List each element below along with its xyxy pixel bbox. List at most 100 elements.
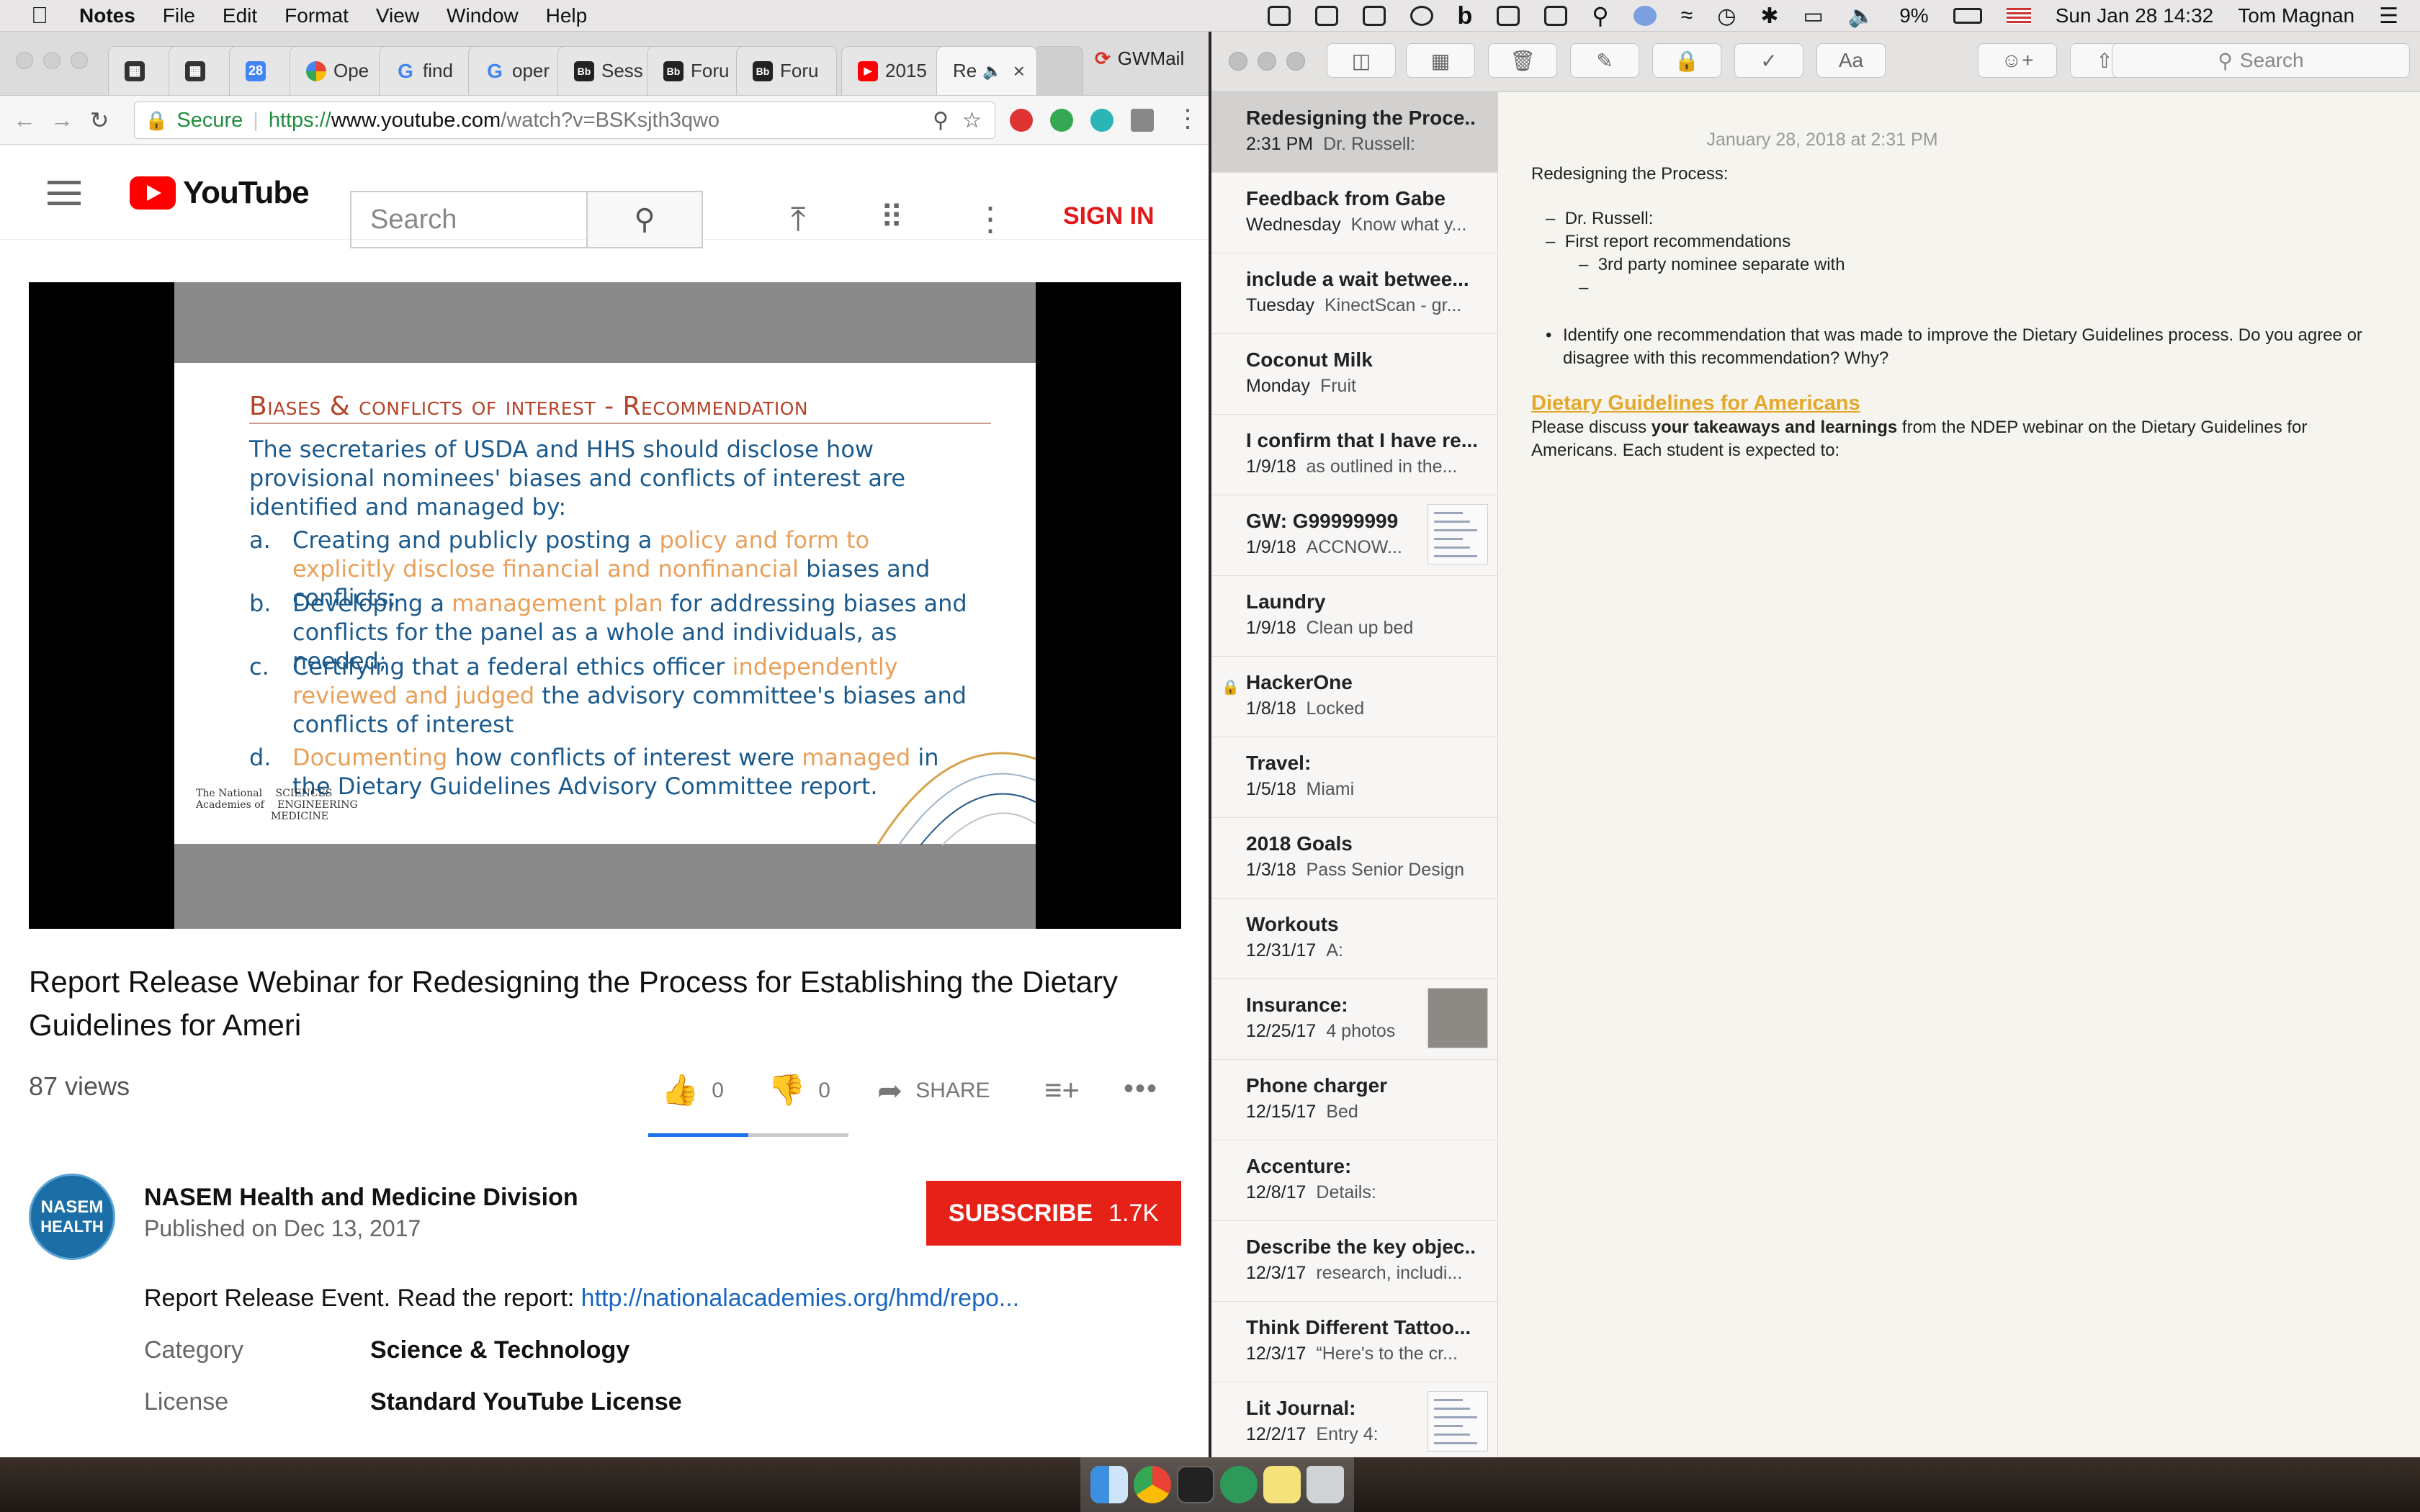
note-list-item[interactable]: I confirm that I have re... 1/9/18 as outl… [1211,415,1497,495]
creative-cloud-icon[interactable] [1410,6,1433,26]
browser-tab[interactable]: Bb Foru [647,46,748,95]
menu-format[interactable]: Format [284,4,349,27]
user-name[interactable]: Tom Magnan [2238,4,2354,27]
chrome-icon[interactable] [1134,1466,1171,1503]
like-button[interactable]: 👍 0 [661,1073,724,1108]
grammarly-extension-icon[interactable] [1050,109,1073,132]
volume-icon[interactable]: 🔈 [1848,4,1875,29]
trash-icon[interactable] [1307,1466,1344,1503]
input-source-flag-icon[interactable] [2006,8,2031,24]
apple-menu-icon[interactable]:  [0,2,79,29]
browser-tab[interactable]: Bb Foru [736,46,837,95]
sign-in-button[interactable]: SIGN IN [1063,202,1155,230]
back-button[interactable]: ← [6,107,43,133]
delete-note-button[interactable]: 🗑 [1488,43,1557,78]
note-list-item[interactable]: include a wait betwee... Tuesday KinectSca… [1211,253,1497,334]
browser-tab[interactable]: ▶ 2015 [841,46,949,95]
speaker-icon[interactable]: 🔈 [982,62,1002,81]
notification-center-icon[interactable]: ☰ [2379,4,2398,29]
lock-note-button[interactable]: 🔒 [1652,43,1721,78]
dislike-button[interactable]: 👎 0 [768,1073,830,1108]
more-actions-icon[interactable]: ••• [1124,1073,1158,1105]
wifi-icon[interactable]: ≈ [1681,4,1693,28]
airplay-icon[interactable]: ▭ [1803,4,1824,29]
browser-tab[interactable]: Ope [290,46,390,95]
finder-icon[interactable] [1090,1466,1128,1503]
spotlight-icon[interactable]: ⚲ [1592,2,1608,30]
channel-name[interactable]: NASEM Health and Medicine Division [144,1184,578,1212]
browser-tab[interactable]: G oper [468,46,569,95]
note-editor[interactable]: January 28, 2018 at 2:31 PM Redesigning … [1498,92,2420,1457]
youtube-logo[interactable]: YouTube [130,175,310,211]
window-minimize-button[interactable] [43,52,60,69]
time-machine-icon[interactable]: ◷ [1717,4,1736,29]
display-icon[interactable] [1314,6,1338,26]
browser-tab[interactable]: G find [379,46,480,95]
note-list-item[interactable]: GW: G99999999 1/9/18 ACCNOW... [1211,495,1497,576]
note-list-item[interactable]: Phone charger 12/15/17 Bed [1211,1060,1497,1140]
forward-button[interactable]: → [43,107,81,133]
mint-extension-icon[interactable] [1090,109,1113,132]
gwmail-bookmark[interactable]: ⟳ GWMail [1095,48,1184,70]
address-bar[interactable]: 🔒 Secure | https:// www.youtube.com /wat… [134,102,995,139]
menu-help[interactable]: Help [546,4,588,27]
note-list-item[interactable]: Coconut Milk Monday Fruit [1211,334,1497,415]
bing-icon[interactable]: b [1458,2,1473,30]
sidebar-toggle-button[interactable]: ◫ [1327,43,1396,78]
note-list-item[interactable]: 2018 Goals 1/3/18 Pass Senior Design [1211,818,1497,899]
spotify-icon[interactable] [1220,1466,1258,1503]
zoom-icon[interactable]: ⚲ [933,108,949,133]
note-list-item[interactable]: Describe the key objec... 12/3/17 research… [1211,1221,1497,1302]
note-list-item[interactable]: Redesigning the Proce... 2:31 PM Dr. Russe… [1211,92,1497,173]
siri-icon[interactable] [1633,6,1657,26]
dropbox-icon[interactable] [1267,6,1291,26]
note-list-item[interactable]: Feedback from Gabe Wednesday Know what y..… [1211,173,1497,253]
guide-menu-icon[interactable] [48,181,81,205]
extension-icon[interactable] [1131,109,1154,132]
notes-search-field[interactable]: ⚲ Search [2112,43,2410,78]
window-zoom-button[interactable] [71,52,88,69]
note-list-item[interactable]: Travel: 1/5/18 Miami [1211,737,1497,818]
menu-file[interactable]: File [163,4,195,27]
apps-grid-icon[interactable]: ⠿ [880,199,903,236]
clipboard-icon[interactable] [1544,6,1568,26]
menu-view[interactable]: View [376,4,419,27]
bluetooth-icon[interactable]: ✱ [1760,4,1778,29]
window-close-button[interactable] [16,52,33,69]
notes-minimize-button[interactable] [1258,52,1276,71]
report-link[interactable]: http://nationalacademies.org/hmd/repo... [581,1284,1020,1312]
evernote-icon[interactable] [1362,6,1386,26]
add-to-playlist-button[interactable]: ≡+ [1044,1073,1080,1107]
subscribe-button[interactable]: SUBSCRIBE 1.7K [926,1181,1181,1246]
reload-button[interactable]: ↻ [81,107,118,134]
terminal-icon[interactable] [1177,1466,1214,1503]
bookmark-star-icon[interactable]: ☆ [962,108,982,133]
menu-edit[interactable]: Edit [223,4,257,27]
note-list-item[interactable]: Insurance: 12/25/17 4 photos [1211,979,1497,1060]
video-player[interactable]: Biases & conflicts of interest - Recomme… [29,282,1181,929]
note-link[interactable]: Dietary Guidelines for Americans [1531,392,1860,416]
share-button[interactable]: ➦ SHARE [877,1073,990,1108]
app-menu[interactable]: Notes [79,4,135,27]
notes-app-icon[interactable] [1263,1466,1301,1503]
browser-tab-active[interactable]: Re 🔈 × [936,46,1037,95]
chrome-menu-icon[interactable]: ⋮ [1175,104,1200,133]
format-button[interactable]: Aa [1816,43,1886,78]
new-tab-button[interactable] [1034,46,1083,95]
notes-zoom-button[interactable] [1286,52,1305,71]
gallery-view-button[interactable]: ▦ [1406,43,1475,78]
browser-tab[interactable]: Bb Sess [557,46,658,95]
search-input[interactable]: Search [350,191,588,248]
search-button[interactable]: ⚲ [586,191,703,248]
add-people-button[interactable]: ☺+ [1978,43,2057,78]
note-list-item[interactable]: Think Different Tattoo... 12/3/17 “Here's … [1211,1302,1497,1382]
adblock-extension-icon[interactable] [1010,109,1033,132]
note-list-item[interactable]: Workouts 12/31/17 A: [1211,899,1497,979]
battery-percent[interactable]: 9% [1899,4,1928,27]
note-list-item[interactable]: Accenture: 12/8/17 Details: [1211,1140,1497,1221]
channel-avatar[interactable]: NASEM HEALTH [29,1174,115,1260]
screen-capture-icon[interactable] [1497,6,1520,26]
note-list-item[interactable]: Lit Journal: 12/2/17 Entry 4: [1211,1382,1497,1457]
meta-value-category[interactable]: Science & Technology [370,1336,629,1364]
battery-icon[interactable] [1953,8,1982,24]
